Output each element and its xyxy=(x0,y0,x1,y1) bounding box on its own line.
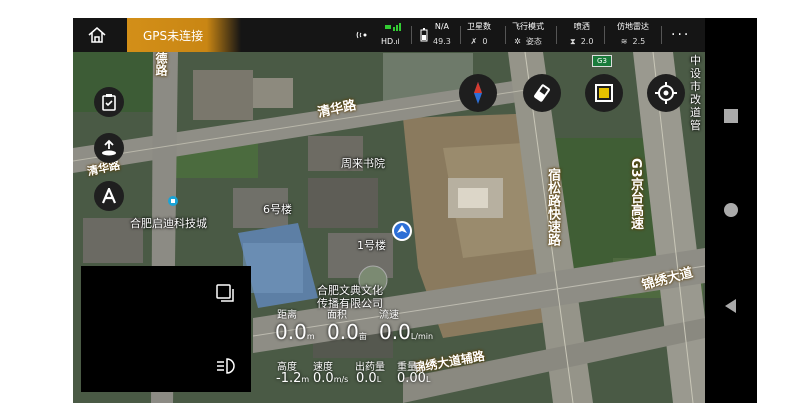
place-label-zhoulai: 周来书院 xyxy=(341,157,385,170)
highway-badge: G3 xyxy=(592,55,612,67)
divider xyxy=(505,26,506,44)
battery-icon xyxy=(420,28,428,42)
right-edge-label: 中设市改道管 xyxy=(690,54,701,132)
map-layer-button[interactable] xyxy=(585,74,623,112)
home-nav-icon[interactable] xyxy=(721,200,741,220)
crosshair-icon xyxy=(655,82,677,104)
wifi-signal-icon xyxy=(356,31,367,39)
layer-square-icon xyxy=(595,84,613,102)
more-menu-button[interactable]: ··· xyxy=(671,27,690,43)
letter-a-icon xyxy=(101,188,117,204)
satellites-stat: 卫星数 ✗ 0 xyxy=(467,22,491,46)
weight-value: 0.00L xyxy=(397,371,431,386)
distance-label: 距离 xyxy=(277,310,297,321)
clipboard-check-icon xyxy=(102,94,116,111)
task-clipboard-button[interactable] xyxy=(94,87,124,117)
dose-value: 0.0L xyxy=(356,371,382,386)
locate-button[interactable] xyxy=(647,74,685,112)
satellite-icon: ✗ xyxy=(470,37,478,46)
place-label-qidi: 合肥启迪科技城 xyxy=(130,217,207,230)
divider xyxy=(460,26,461,44)
compass-icon xyxy=(474,82,482,104)
drone-link-icon xyxy=(385,23,401,31)
location-arrow-icon xyxy=(392,221,412,241)
flow-label: 流速 xyxy=(379,310,399,321)
area-value: 0.0亩 xyxy=(327,320,367,344)
distance-value: 0.0m xyxy=(275,320,315,344)
app-screen: 德路 清华路 清华路 宿松路快速路 G3京台高速 锦绣大道 锦绣大道辅路 G3 … xyxy=(73,18,705,403)
home-icon[interactable] xyxy=(87,26,107,44)
flow-value: 0.0L/min xyxy=(379,320,434,344)
divider xyxy=(411,26,412,44)
road-label-susong: 宿松路快速路 xyxy=(545,168,560,246)
flight-mode-stat: 飞行模式 ✲ 姿态 xyxy=(512,22,544,46)
spray-icon: ⧗ xyxy=(570,37,576,46)
radar-icon: ≋ xyxy=(620,37,628,46)
divider xyxy=(661,26,662,44)
gps-status-banner: GPS未连接 xyxy=(127,18,241,52)
recents-icon[interactable] xyxy=(721,106,741,126)
divider xyxy=(604,26,605,44)
eraser-icon xyxy=(534,84,550,102)
divider xyxy=(556,26,557,44)
place-label-building-1: 1号楼 xyxy=(357,239,386,252)
place-label-building-6: 6号楼 xyxy=(263,203,292,216)
speed-value: 0.0m/s xyxy=(313,371,349,386)
road-label-g3: G3京台高速 xyxy=(628,158,643,230)
headlight-icon[interactable] xyxy=(215,357,237,375)
poi-pin-icon xyxy=(168,196,178,206)
navigation-a-button[interactable] xyxy=(94,181,124,211)
height-value: -1.2m xyxy=(276,371,310,386)
android-nav-bar xyxy=(705,18,757,403)
back-icon[interactable] xyxy=(721,296,741,316)
battery-stat: N/A 49.3 xyxy=(433,22,451,46)
gps-status-text: GPS未连接 xyxy=(143,29,204,43)
switch-view-icon[interactable] xyxy=(215,283,235,303)
eraser-button[interactable] xyxy=(523,74,561,112)
drone-icon: ✲ xyxy=(514,37,521,46)
spray-stat: 喷洒 ⧗ 2.0 xyxy=(570,22,594,46)
top-status-bar: GPS未连接 HD.ıl N/A 49.3 卫星数 ✗ 0 飞行模式 ✲ 姿态 喷洒 ⧗… xyxy=(73,18,705,52)
hd-signal: HD.ıl xyxy=(381,37,400,46)
radar-stat: 仿地雷达 ≋ 2.5 xyxy=(617,22,649,46)
road-label-de: 德路 xyxy=(154,52,168,76)
takeoff-arrow-icon xyxy=(102,139,116,156)
takeoff-button[interactable] xyxy=(94,133,124,163)
area-label: 面积 xyxy=(327,310,347,321)
compass-button[interactable] xyxy=(459,74,497,112)
